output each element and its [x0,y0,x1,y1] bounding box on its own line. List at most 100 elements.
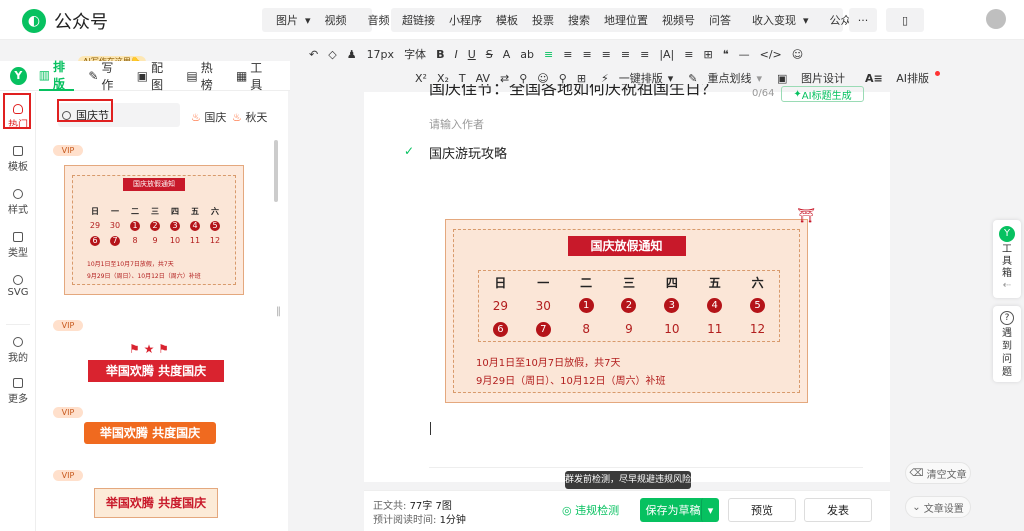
search-replace-button[interactable]: ⚲ [514,72,532,85]
filter-button[interactable]: ⚲ [554,72,572,85]
article-settings-button[interactable]: ⌄ 文章设置 [905,496,971,518]
template-ribbon-3[interactable]: 举国欢腾 共度国庆 [94,488,218,518]
nav-template[interactable]: 模板 [489,12,525,28]
nav-location[interactable]: 地理位置 [597,12,655,28]
nav-link[interactable]: 超链接 [395,12,442,28]
indent-button[interactable]: ≡ [616,48,635,61]
text-effect-button[interactable]: T [454,72,471,85]
nav-templates[interactable]: 模板 [0,146,36,173]
template-calendar-thumb[interactable]: 国庆放假通知 日一二三四五六 29 30 1 2 3 4 5 6 7 8 9 10 11 12 10月1… [64,165,244,295]
app-name: 公众号 [54,12,108,33]
subscript-button[interactable]: X₂ [432,72,454,85]
nav-more[interactable]: 更多 [0,378,36,405]
hot-icon: ▤ [186,68,198,83]
nav-image[interactable]: 图片 ▾ [262,12,318,28]
table-icon[interactable]: ⊞ [698,48,717,61]
thumb-banner: 国庆放假通知 [123,178,185,191]
emoji-icon[interactable]: ☺ [787,48,808,61]
superscript-button[interactable]: X² [410,72,432,85]
nav-styles[interactable]: 样式 [0,189,36,216]
divider-icon[interactable]: — [734,48,755,61]
template-ribbon-1[interactable]: ⚑ ★ ⚑ 举国欢腾 共度国庆 [74,340,238,384]
code-icon[interactable]: </> [755,48,787,61]
nav-channels[interactable]: 视频号 [655,12,702,28]
nav-monetize[interactable]: 收入变现 ▾ [738,12,816,28]
italic-button[interactable]: I [449,48,462,61]
align-left-button[interactable]: ≡ [539,48,558,61]
image-design-button[interactable]: ▣ 图片设计 [767,70,855,86]
avatar[interactable] [986,9,1006,29]
strike-button[interactable]: S [481,48,498,61]
author-input[interactable]: 请输入作者 [429,116,484,132]
style-icon [13,189,23,199]
app-logo[interactable]: ◐ 公众号 [22,8,108,34]
save-dropdown-button[interactable]: ▾ [701,498,719,522]
bold-button[interactable]: B [431,48,449,61]
char-spacing-button[interactable]: AV [471,72,495,85]
ai-title-button[interactable]: ✦ AI标题生成 [781,86,864,102]
left-panel [0,61,288,531]
template-ribbon-2[interactable]: 举国欢腾 共度国庆 [84,420,220,446]
lantern-icon: ⛩ [797,208,815,224]
tab-layout[interactable]: ▥ 排版 [38,60,75,91]
tab-hot[interactable]: ▤ 热榜 [186,59,222,93]
align-center-button[interactable]: ≡ [558,48,577,61]
format-painter-button[interactable]: ♟ [342,48,362,61]
shield-check-icon: ◎ [562,504,572,517]
font-family-select[interactable]: 字体 [399,46,431,62]
nav-vote[interactable]: 投票 [525,12,561,28]
feedback-widget[interactable]: ? 遇到问题 [993,306,1021,382]
picture-icon: ▣ [777,72,788,85]
bg-color-button[interactable]: ab [515,48,539,61]
article-title[interactable]: 国庆佳节：全国各地如何庆祝祖国生日？ [429,84,739,102]
notice-calendar-grid: 日一二三四五六 29 30 1 2 3 4 5 6 7 8 9 10 11 12 [478,270,780,342]
nav-svg[interactable]: SVG [0,275,36,298]
nav-video[interactable]: 视频 [318,12,354,28]
arrow-left-icon: ⇠ [1002,280,1012,291]
clear-format-button[interactable]: ◇ [323,48,341,61]
letter-spacing-button[interactable]: |A| [654,48,679,61]
align-right-button[interactable]: ≡ [577,48,596,61]
nav-mine[interactable]: 我的 [0,337,36,364]
toolbox-widget[interactable]: Y 工具箱 ⇠ [993,220,1021,298]
vip-badge: VIP [53,470,83,481]
convert-button[interactable]: ⇄ [495,72,514,85]
quote-icon[interactable]: ❝ [718,48,734,61]
template-scrollbar[interactable] [274,140,278,202]
nav-types[interactable]: 类型 [0,232,36,259]
clear-article-button[interactable]: ⌫ 清空文章 [905,462,971,484]
hot-tag-guoqing[interactable]: ♨ 国庆 [191,109,226,125]
phone-preview-icon[interactable]: ▯ [886,8,924,32]
title-word-count: 0/64 [752,88,775,99]
flag-icon: ⚑ ★ ⚑ [129,342,169,356]
ai-layout-button[interactable]: A≡ AI排版 [855,70,945,86]
justify-button[interactable]: ≡ [597,48,616,61]
nav-qa[interactable]: 问答 [702,12,738,28]
save-draft-button[interactable]: 保存为草稿 [640,498,706,522]
inserted-holiday-notice[interactable]: ⛩ 国庆放假通知 日一二三四五六 29 30 1 2 3 4 5 6 7 8 9 10 11 12 10… [445,208,815,403]
tab-image[interactable]: ▣ 配图 [137,59,173,93]
text-cursor [430,422,431,435]
nav-miniprogram[interactable]: 小程序 [442,12,489,28]
preview-button[interactable]: 预览 [728,498,796,522]
nav-search[interactable]: 搜索 [561,12,597,28]
violation-check-button[interactable]: ◎ 违规检测 [562,502,619,518]
tab-write[interactable]: ✎ 写作 [88,59,122,93]
app-logo-icon: ◐ [22,9,46,33]
vip-badge: VIP [53,145,83,156]
font-color-button[interactable]: A [498,48,516,61]
publish-button[interactable]: 发表 [804,498,872,522]
list-button[interactable]: ≡ [679,48,698,61]
font-size-select[interactable]: 17px [362,48,400,61]
article-paragraph[interactable]: 国庆游玩攻略 [429,143,507,162]
insert-block-button[interactable]: ⊞ [572,72,591,85]
line-height-button[interactable]: ≡ [635,48,654,61]
panel-resize-handle[interactable]: ‖ [276,306,284,328]
underline-button[interactable]: U [463,48,481,61]
hot-tag-autumn[interactable]: ♨ 秋天 [232,109,267,125]
emoticon-button[interactable]: ☺ [532,72,553,85]
undo-button[interactable]: ↶ [304,48,323,61]
vip-badge: VIP [53,407,83,418]
tab-tools[interactable]: ▦ 工具 [236,59,272,93]
more-button[interactable]: ··· [849,8,877,32]
